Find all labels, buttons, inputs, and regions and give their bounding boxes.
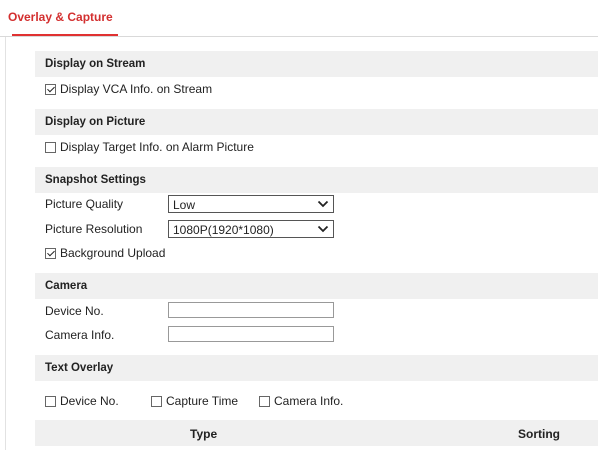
device-no-input[interactable]: [168, 302, 334, 318]
overlay-capture-time-label: Capture Time: [166, 394, 239, 408]
picture-resolution-label: Picture Resolution: [45, 222, 143, 236]
overlay-device-no-row[interactable]: Device No.: [45, 393, 119, 409]
overlay-camera-info-label: Camera Info.: [274, 394, 344, 408]
camera-info-input[interactable]: [168, 326, 334, 342]
background-upload-checkbox[interactable]: [45, 247, 56, 259]
overlay-camera-info-row[interactable]: Camera Info.: [259, 393, 343, 409]
chevron-down-icon: [317, 225, 329, 233]
section-display-on-stream: Display on Stream: [35, 51, 598, 77]
section-title: Text Overlay: [45, 362, 114, 374]
picture-quality-label: Picture Quality: [45, 197, 124, 211]
active-tab-indicator: [12, 34, 118, 36]
overlay-device-no-label: Device No.: [60, 394, 119, 408]
column-header-type: Type: [190, 427, 218, 441]
target-info-checkbox[interactable]: [45, 141, 56, 153]
column-header-sorting: Sorting: [518, 427, 560, 441]
picture-quality-value: Low: [173, 198, 196, 212]
overlay-camera-info-checkbox[interactable]: [259, 395, 270, 407]
picture-resolution-select[interactable]: 1080P(1920*1080): [168, 220, 334, 238]
section-title: Display on Stream: [45, 58, 146, 70]
section-text-overlay: Text Overlay: [35, 355, 598, 381]
content-border: [5, 37, 6, 450]
target-info-label: Display Target Info. on Alarm Picture: [60, 140, 254, 154]
section-display-on-picture: Display on Picture: [35, 109, 598, 135]
target-info-row[interactable]: Display Target Info. on Alarm Picture: [45, 139, 254, 155]
section-title: Camera: [45, 280, 88, 292]
background-upload-row[interactable]: Background Upload: [45, 245, 165, 261]
overlay-capture-time-checkbox[interactable]: [151, 395, 162, 407]
tab-bar: Overlay & Capture: [0, 0, 598, 37]
overlay-table-header: Type Sorting: [35, 420, 598, 446]
overlay-device-no-checkbox[interactable]: [45, 395, 56, 407]
section-title: Display on Picture: [45, 116, 146, 128]
vca-info-label: Display VCA Info. on Stream: [60, 82, 213, 96]
section-camera: Camera: [35, 273, 598, 299]
tab-overlay-capture[interactable]: Overlay & Capture: [8, 10, 113, 24]
device-no-label: Device No.: [45, 304, 104, 318]
overlay-capture-time-row[interactable]: Capture Time: [151, 393, 238, 409]
background-upload-label: Background Upload: [60, 246, 166, 260]
picture-quality-select[interactable]: Low: [168, 195, 334, 213]
vca-info-row[interactable]: Display VCA Info. on Stream: [45, 81, 212, 97]
picture-resolution-value: 1080P(1920*1080): [173, 223, 274, 237]
camera-info-label: Camera Info.: [45, 328, 115, 342]
section-snapshot-settings: Snapshot Settings: [35, 167, 598, 193]
vca-info-checkbox[interactable]: [45, 83, 56, 95]
chevron-down-icon: [317, 200, 329, 208]
section-title: Snapshot Settings: [45, 174, 146, 186]
